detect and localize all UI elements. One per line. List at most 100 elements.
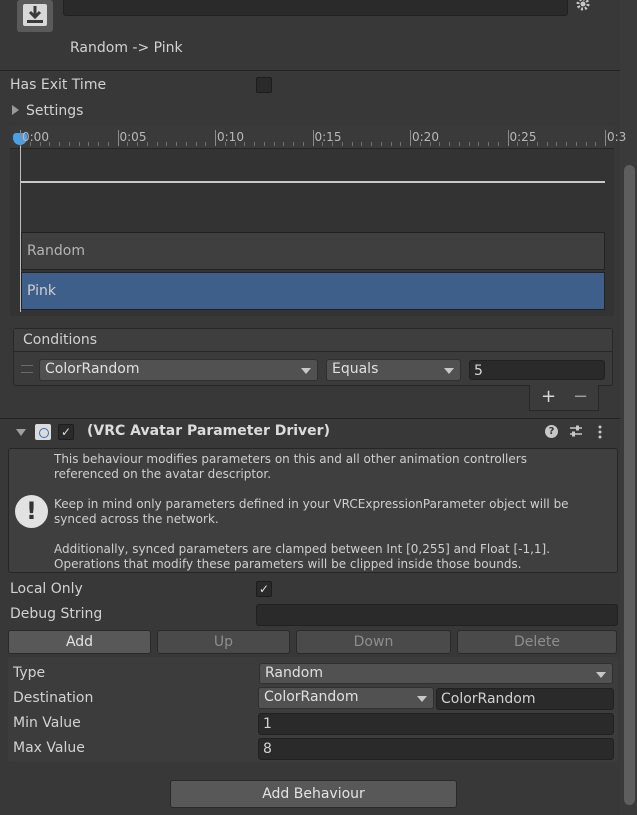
timeline-tick-label: 0:20	[412, 130, 439, 144]
timeline-tick-minor	[556, 142, 558, 146]
condition-parameter-dropdown[interactable]: ColorRandom	[39, 359, 318, 381]
timeline-tick-minor	[224, 142, 226, 146]
condition-value-input[interactable]: 5	[469, 360, 605, 380]
state-to-label: Pink	[27, 283, 57, 299]
timeline-tick-minor	[254, 142, 255, 146]
component-foldout-arrow-icon[interactable]	[16, 429, 26, 436]
timeline-tick-minor	[137, 142, 138, 146]
timeline-tick-minor	[585, 142, 587, 146]
timeline-tick-minor	[390, 142, 392, 146]
timeline-tick-minor	[59, 142, 60, 146]
timeline-tick-minor	[302, 142, 304, 146]
timeline-tick-minor	[234, 142, 236, 146]
chevron-down-icon	[444, 368, 454, 374]
timeline-tick-minor	[400, 142, 402, 146]
condition-drag-handle-icon[interactable]	[21, 365, 33, 373]
timeline-tick-minor	[273, 142, 275, 146]
timeline-tick-minor	[49, 142, 51, 146]
debug-string-input[interactable]	[256, 604, 618, 626]
timeline-tick-minor	[361, 142, 363, 146]
info-text-3: Additionally, synced parameters are clam…	[54, 542, 551, 571]
timeline-tick-minor	[458, 142, 460, 146]
timeline-tick-minor	[527, 142, 528, 146]
timeline-tick-minor	[156, 142, 158, 146]
timeline-tick-label: 0:10	[217, 130, 244, 144]
info-text-1: This behaviour modifies parameters on th…	[54, 452, 527, 481]
timeline-tick-minor	[536, 142, 538, 146]
timeline-tick-minor	[595, 142, 597, 146]
destination-label: Destination	[13, 690, 94, 706]
timeline-tick-label: 0:15	[314, 130, 342, 144]
up-button[interactable]: Up	[157, 630, 290, 654]
timeline-tick-minor	[293, 142, 294, 146]
condition-mode-dropdown[interactable]: Equals	[326, 359, 461, 381]
timeline-tick-minor	[468, 142, 470, 146]
timeline-tick-minor	[39, 142, 41, 146]
timeline-tick-minor	[29, 142, 31, 146]
destination-dropdown[interactable]: ColorRandom	[258, 687, 434, 709]
down-button[interactable]: Down	[296, 630, 451, 654]
min-value-input[interactable]: 1	[258, 713, 614, 735]
more-options-icon[interactable]	[598, 425, 602, 439]
type-dropdown[interactable]: Random	[259, 663, 613, 684]
timeline-tick-minor	[419, 142, 421, 146]
timeline-tick-minor	[205, 142, 207, 146]
add-condition-button[interactable]: +	[541, 386, 556, 407]
timeline-tick-minor	[68, 142, 70, 146]
delete-button[interactable]: Delete	[457, 630, 617, 654]
timeline-tick-label: 0:25	[509, 130, 537, 144]
scrollbar-thumb[interactable]	[624, 165, 635, 805]
timeline-tick-minor	[380, 142, 382, 146]
preset-icon[interactable]	[569, 424, 583, 438]
add-button[interactable]: Add	[8, 630, 151, 654]
timeline-tick-label: 0:00	[22, 130, 49, 144]
local-only-checkbox[interactable]: ✓	[256, 581, 272, 597]
timeline-tick-major	[605, 130, 606, 146]
has-exit-time-label: Has Exit Time	[10, 77, 107, 93]
chevron-down-icon	[596, 672, 606, 678]
settings-foldout-arrow-icon[interactable]	[12, 105, 19, 115]
timeline-state-to[interactable]: Pink	[21, 272, 605, 310]
conditions-header-bar	[14, 329, 612, 352]
max-value-label: Max Value	[13, 740, 85, 756]
timeline[interactable]: Random Pink	[10, 126, 614, 316]
warning-icon: !	[15, 495, 48, 528]
chevron-down-icon	[301, 368, 311, 374]
timeline-tracks-area	[20, 150, 606, 230]
timeline-tick-minor	[176, 142, 177, 146]
timeline-tick-minor	[322, 142, 324, 146]
timeline-tick-major	[507, 130, 509, 146]
debug-string-label: Debug String	[10, 606, 103, 622]
timeline-tick-minor	[146, 142, 148, 146]
settings-foldout[interactable]: Settings	[26, 103, 83, 119]
min-value-label: Min Value	[13, 715, 81, 731]
add-behaviour-button[interactable]: Add Behaviour	[170, 780, 457, 808]
timeline-tick-minor	[439, 142, 441, 146]
playhead-line	[20, 136, 21, 312]
timeline-tick-major	[20, 130, 21, 146]
remove-condition-button[interactable]: −	[573, 386, 588, 407]
max-value-input[interactable]: 8	[258, 738, 614, 760]
destination-input[interactable]: ColorRandom	[436, 688, 614, 710]
help-icon[interactable]: ?	[545, 425, 558, 438]
timeline-tick-minor	[195, 142, 197, 146]
timeline-tick-minor	[546, 142, 548, 146]
timeline-tick-major	[410, 130, 411, 146]
timeline-tick-minor	[166, 142, 168, 146]
timeline-tick-minor	[575, 142, 577, 146]
timeline-tick-minor	[341, 142, 343, 146]
timeline-tick-label: 0:05	[119, 130, 147, 144]
timeline-tick-minor	[332, 142, 333, 146]
transition-icon	[17, 0, 53, 32]
timeline-tick-minor	[98, 142, 99, 146]
timeline-state-from[interactable]: Random	[21, 232, 605, 270]
has-exit-time-checkbox[interactable]	[256, 77, 272, 93]
gear-icon[interactable]	[576, 0, 590, 11]
component-enabled-checkbox[interactable]: ✓	[58, 424, 74, 440]
chevron-down-icon	[417, 696, 427, 702]
transition-name-field[interactable]	[63, 0, 568, 16]
timeline-tick-minor	[478, 142, 480, 146]
timeline-tick-minor	[185, 142, 187, 146]
download-arrow-icon	[23, 4, 47, 26]
timeline-tick-minor	[351, 142, 353, 146]
